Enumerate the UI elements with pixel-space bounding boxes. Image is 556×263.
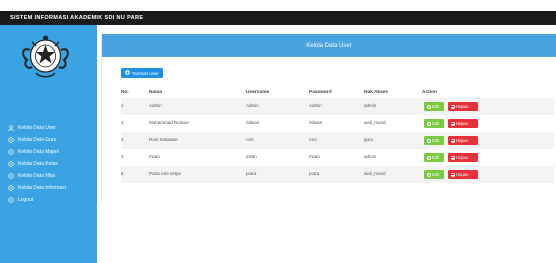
edit-button[interactable]: Edit bbox=[424, 153, 444, 162]
cell-no: 4 bbox=[121, 154, 124, 159]
cell-nama: irwan bbox=[149, 154, 160, 159]
edit-label: Edit bbox=[432, 104, 440, 109]
circle-icon bbox=[7, 184, 15, 192]
sidebar-item-label: Kelola Data User bbox=[18, 125, 56, 131]
cell-hak-akses: admin bbox=[364, 103, 377, 108]
edit-button[interactable]: Edit bbox=[424, 119, 444, 128]
cell-username: roni bbox=[246, 137, 254, 142]
circle-icon bbox=[7, 172, 15, 180]
sidebar-item-informasi[interactable]: Kelola Data Informasi bbox=[0, 182, 97, 194]
edit-label: Edit bbox=[432, 172, 440, 177]
edit-button[interactable]: Edit bbox=[424, 102, 444, 111]
delete-label: Hapus bbox=[456, 104, 469, 109]
cell-nama: Admin bbox=[149, 103, 162, 108]
sidebar-item-nilai[interactable]: Kelola Data Nilai bbox=[0, 170, 97, 182]
cell-password: ridwan bbox=[309, 120, 323, 125]
minus-circle-icon bbox=[450, 121, 455, 126]
circle-icon bbox=[7, 148, 15, 156]
cell-nama: Roni Setiawan bbox=[149, 137, 179, 142]
cell-hak-akses: wali_murid bbox=[364, 171, 386, 176]
cell-nama: Muhammad Ridwan bbox=[149, 120, 190, 125]
table-row bbox=[121, 166, 554, 183]
delete-button[interactable]: Hapus bbox=[448, 119, 478, 128]
cell-hak-akses: wali_murid bbox=[364, 120, 386, 125]
edit-icon bbox=[426, 172, 431, 177]
edit-button[interactable]: Edit bbox=[424, 136, 444, 145]
sidebar-item-guru[interactable]: Kelola Data Guru bbox=[0, 134, 97, 146]
cell-password: putra bbox=[309, 171, 320, 176]
circle-icon bbox=[7, 160, 15, 168]
delete-button[interactable]: Hapus bbox=[448, 170, 478, 179]
sidebar-item-label: Kelola Data Kelas bbox=[18, 161, 58, 167]
school-logo bbox=[22, 35, 69, 78]
sidebar-item-label: Kelola Data Nilai bbox=[18, 173, 55, 179]
sidebar: Kelola Data User Kelola Data Guru Kelola… bbox=[0, 25, 97, 263]
edit-icon bbox=[426, 121, 431, 126]
cell-nama: Putra Arie setya bbox=[149, 171, 181, 176]
sidebar-item-logout[interactable]: Logout bbox=[0, 194, 97, 206]
cell-username: irwan bbox=[246, 154, 257, 159]
sidebar-nav: Kelola Data User Kelola Data Guru Kelola… bbox=[0, 122, 97, 206]
delete-label: Hapus bbox=[456, 155, 469, 160]
column-header-password: Password bbox=[309, 90, 332, 95]
app-title: SISTEM INFORMASI AKADEMIK SDI NU PARE bbox=[10, 15, 144, 21]
edit-button[interactable]: Edit bbox=[424, 170, 444, 179]
sidebar-item-kelas[interactable]: Kelola Data Kelas bbox=[0, 158, 97, 170]
add-user-button[interactable]: Tambah User bbox=[121, 68, 163, 78]
cell-username: putra bbox=[246, 171, 257, 176]
plus-circle-icon bbox=[125, 70, 130, 76]
table-row bbox=[121, 98, 554, 115]
sidebar-item-label: Logout bbox=[18, 197, 34, 203]
cell-password: roni bbox=[309, 137, 317, 142]
column-header-no: No. bbox=[121, 90, 129, 95]
cell-hak-akses: admin bbox=[364, 154, 377, 159]
page-title: Kelola Data User bbox=[306, 42, 352, 49]
table-row bbox=[121, 149, 554, 166]
cell-username: ridwan bbox=[246, 120, 260, 125]
cell-username: Admin bbox=[246, 103, 259, 108]
cell-password: irwan bbox=[309, 154, 320, 159]
delete-label: Hapus bbox=[456, 172, 469, 177]
sidebar-item-label: Kelola Data Informasi bbox=[18, 185, 66, 191]
top-bar: SISTEM INFORMASI AKADEMIK SDI NU PARE bbox=[0, 11, 556, 25]
minus-circle-icon bbox=[450, 155, 455, 160]
cell-no: 3 bbox=[121, 137, 124, 142]
circle-icon bbox=[7, 136, 15, 144]
main-panel: Kelola Data User Tambah User No. Nama Us… bbox=[101, 34, 556, 204]
user-icon bbox=[7, 124, 15, 132]
delete-button[interactable]: Hapus bbox=[448, 102, 478, 111]
minus-circle-icon bbox=[450, 104, 455, 109]
minus-circle-icon bbox=[450, 172, 455, 177]
column-header-hak-akses: Hak Akses bbox=[364, 90, 389, 95]
cell-no: 5 bbox=[121, 171, 124, 176]
circle-icon bbox=[7, 196, 15, 204]
sidebar-item-label: Kelola Data Mapel bbox=[18, 149, 59, 155]
cell-password: Admin bbox=[309, 103, 322, 108]
delete-label: Hapus bbox=[456, 121, 469, 126]
edit-label: Edit bbox=[432, 138, 440, 143]
add-user-label: Tambah User bbox=[132, 70, 159, 76]
cell-no: 2 bbox=[121, 120, 124, 125]
delete-label: Hapus bbox=[456, 138, 469, 143]
cell-no: 1 bbox=[121, 103, 124, 108]
column-header-username: Username bbox=[246, 90, 270, 95]
edit-icon bbox=[426, 138, 431, 143]
column-header-action: Action bbox=[422, 90, 437, 95]
edit-icon bbox=[426, 155, 431, 160]
cell-hak-akses: guru bbox=[364, 137, 374, 142]
edit-label: Edit bbox=[432, 121, 440, 126]
sidebar-item-mapel[interactable]: Kelola Data Mapel bbox=[0, 146, 97, 158]
edit-label: Edit bbox=[432, 155, 440, 160]
edit-icon bbox=[426, 104, 431, 109]
table-row bbox=[121, 132, 554, 149]
delete-button[interactable]: Hapus bbox=[448, 136, 478, 145]
sidebar-item-label: Kelola Data Guru bbox=[18, 137, 57, 143]
column-header-nama: Nama bbox=[149, 90, 163, 95]
sidebar-item-user[interactable]: Kelola Data User bbox=[0, 122, 97, 134]
panel-header: Kelola Data User bbox=[102, 34, 556, 57]
delete-button[interactable]: Hapus bbox=[448, 153, 478, 162]
minus-circle-icon bbox=[450, 138, 455, 143]
